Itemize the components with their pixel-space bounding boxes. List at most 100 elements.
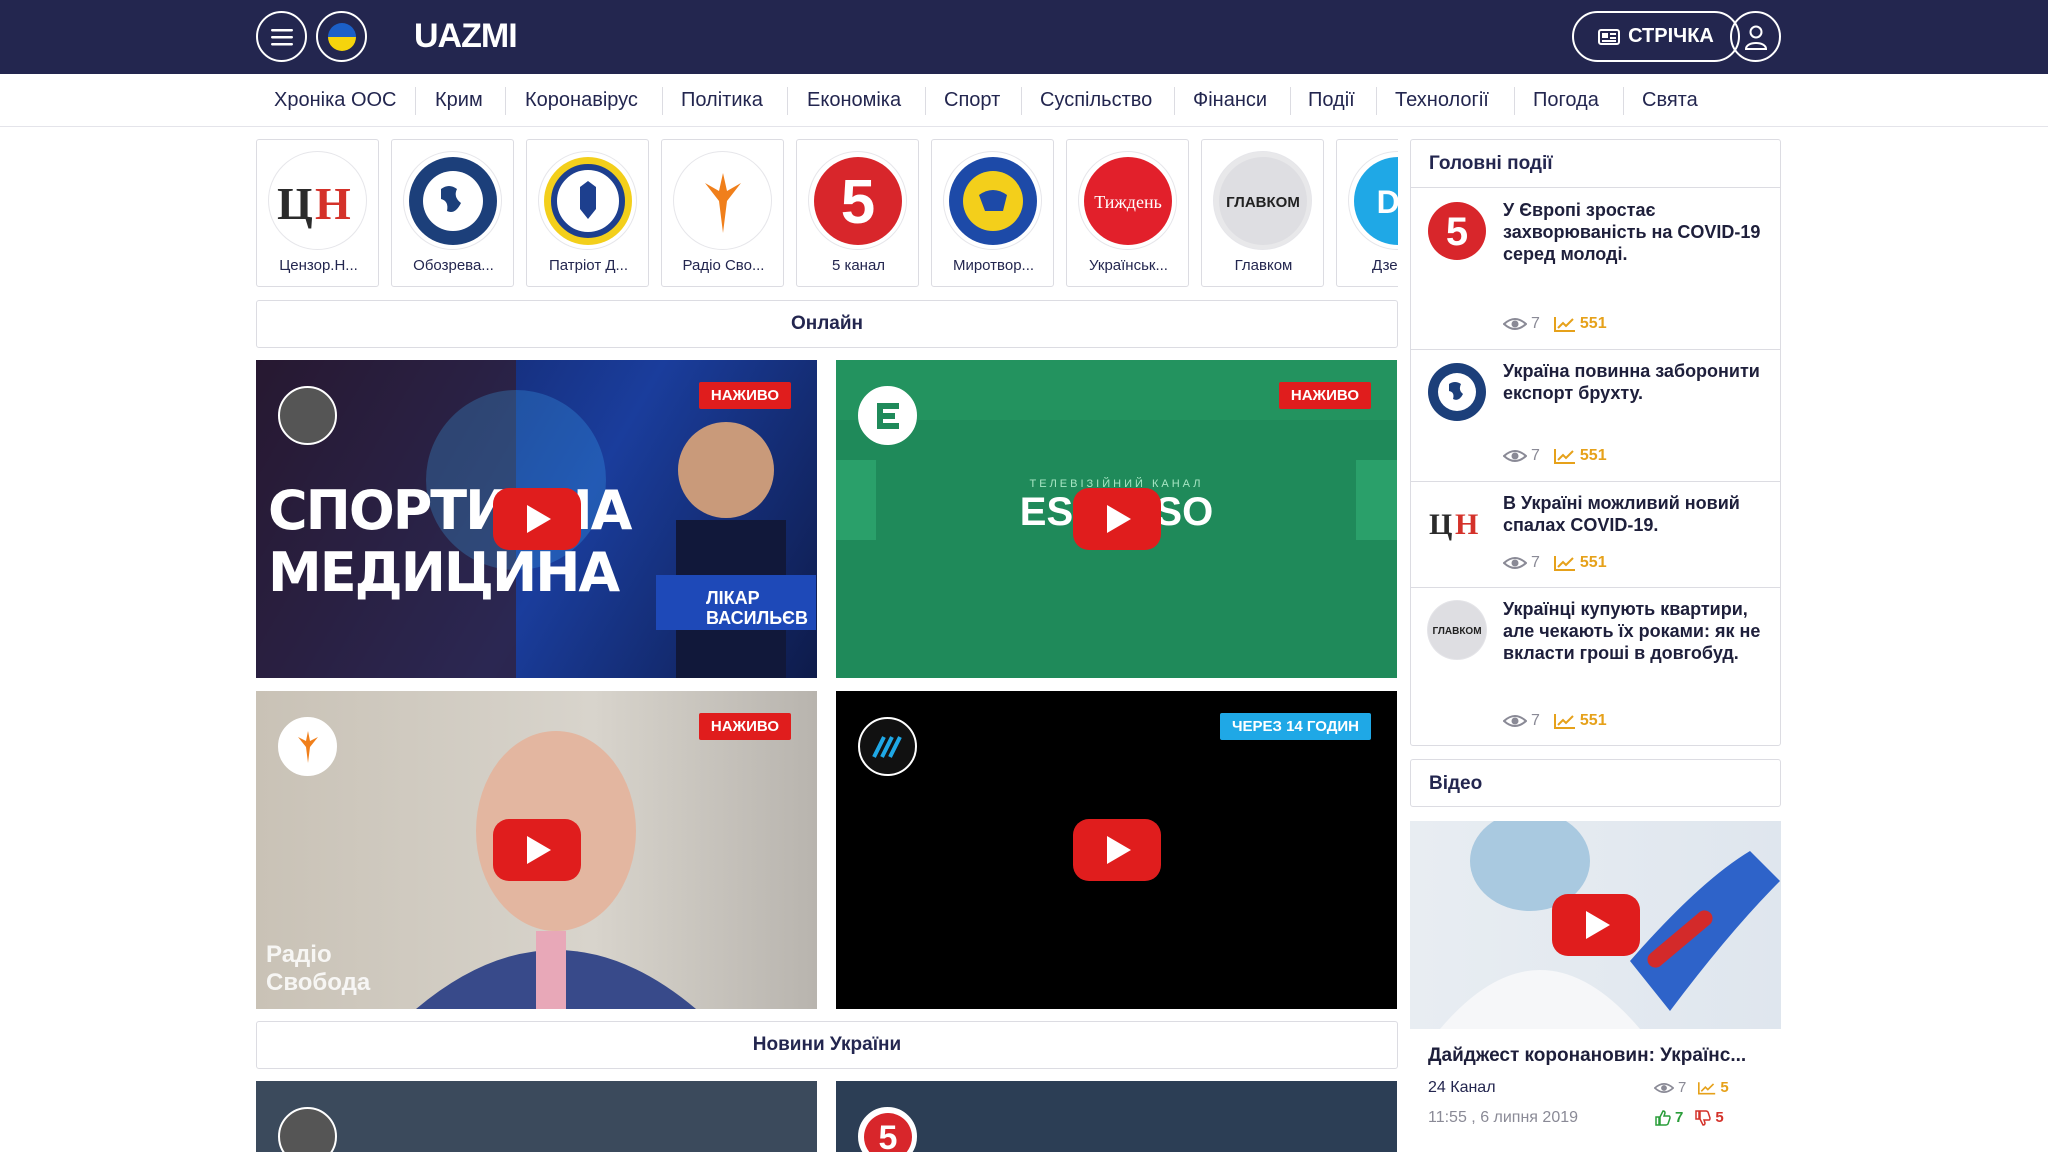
- play-icon: [527, 836, 551, 864]
- category-link[interactable]: Політика: [681, 74, 763, 127]
- svg-text:ГЛАВКОМ: ГЛАВКОМ: [1432, 626, 1481, 637]
- views-count: 7: [1531, 712, 1540, 729]
- category-link[interactable]: Коронавірус: [525, 74, 638, 127]
- divider: [1174, 87, 1175, 115]
- language-button[interactable]: [316, 11, 367, 62]
- source-name: Українськ...: [1089, 257, 1168, 274]
- category-link[interactable]: Фінанси: [1193, 74, 1267, 127]
- source-card[interactable]: Тиждень Українськ...: [1066, 139, 1189, 287]
- views-count: 7: [1531, 447, 1540, 464]
- divider: [505, 87, 506, 115]
- trend-icon: [1553, 556, 1575, 571]
- news-source-logo: [1427, 362, 1487, 422]
- svg-text:DT: DT: [1376, 184, 1398, 220]
- category-link[interactable]: Події: [1308, 74, 1355, 127]
- source-card[interactable]: Миротвор...: [931, 139, 1054, 287]
- video-thumbnail[interactable]: [1410, 821, 1781, 1029]
- live-badge: НАЖИВО: [698, 713, 791, 740]
- news-card[interactable]: [256, 1081, 817, 1152]
- divider: [415, 87, 416, 115]
- news-item[interactable]: ГЛАВКОМ Українці купують квартири, але ч…: [1411, 588, 1780, 746]
- source-card[interactable]: ГЛАВКОМ Главком: [1201, 139, 1324, 287]
- source-card[interactable]: Обозрева...: [391, 139, 514, 287]
- news-title[interactable]: В Україні можливий новий спалах COVID-19…: [1503, 492, 1768, 536]
- play-icon: [1107, 836, 1131, 864]
- news-item[interactable]: 5 У Європі зростає захворюваність на COV…: [1411, 189, 1780, 350]
- svg-text:ГЛАВКОМ: ГЛАВКОМ: [1226, 194, 1300, 211]
- top-events-panel: Головні події 5 У Європі зростає захворю…: [1410, 139, 1781, 746]
- source-card[interactable]: ЦН Цензор.Н...: [256, 139, 379, 287]
- video-caption: ЛІКАР ВАСИЛЬЄВ: [706, 588, 808, 628]
- thumbs-up-icon[interactable]: [1655, 1109, 1671, 1126]
- trend-count: 5: [1720, 1079, 1729, 1096]
- source-card[interactable]: Радіо Сво...: [661, 139, 784, 287]
- source-logo: [673, 151, 772, 250]
- video-source[interactable]: 24 Канал: [1428, 1079, 1496, 1097]
- eye-icon: [1503, 450, 1527, 462]
- source-card[interactable]: DT Дзерк...: [1336, 139, 1398, 287]
- user-button[interactable]: [1730, 11, 1781, 62]
- play-icon: [1586, 911, 1610, 939]
- trend-count: 551: [1579, 554, 1607, 571]
- play-button[interactable]: [492, 819, 581, 881]
- hamburger-icon: [270, 28, 293, 45]
- news-item[interactable]: ЦН В Україні можливий новий спалах COVID…: [1411, 482, 1780, 588]
- source-logo: [943, 151, 1042, 250]
- source-card[interactable]: Патріот Д...: [526, 139, 649, 287]
- video-card[interactable]: ЧЕРЕЗ 14 ГОДИН: [836, 691, 1397, 1009]
- category-link[interactable]: Технології: [1395, 74, 1489, 127]
- channel-avatar: [278, 386, 337, 445]
- category-link[interactable]: Погода: [1533, 74, 1599, 127]
- eye-icon: [1503, 715, 1527, 727]
- dislikes-count: 5: [1715, 1109, 1724, 1126]
- source-name: Миротвор...: [952, 257, 1035, 274]
- eye-icon: [1654, 1082, 1674, 1093]
- category-link[interactable]: Свята: [1642, 74, 1698, 127]
- source-card[interactable]: 5 5 канал: [796, 139, 919, 287]
- trend-icon: [1698, 1081, 1716, 1095]
- svg-text:5: 5: [1446, 210, 1468, 254]
- divider: [1376, 87, 1377, 115]
- category-link[interactable]: Крим: [435, 74, 483, 127]
- menu-button[interactable]: [256, 11, 307, 62]
- category-link[interactable]: Хроніка ООС: [274, 74, 397, 127]
- trend-icon: [1553, 714, 1575, 729]
- play-button[interactable]: [1072, 819, 1161, 881]
- category-link[interactable]: Спорт: [944, 74, 1000, 127]
- play-button[interactable]: [1072, 488, 1161, 550]
- feed-button[interactable]: СТРІЧКА: [1572, 11, 1740, 62]
- news-stats: 7 551: [1503, 712, 1607, 730]
- category-link[interactable]: Суспільство: [1040, 74, 1152, 127]
- play-button[interactable]: [492, 488, 581, 550]
- channel-avatar: [278, 1107, 337, 1152]
- play-icon: [1107, 505, 1131, 533]
- news-title[interactable]: Українці купують квартири, але чекають ї…: [1503, 598, 1768, 664]
- source-name: Главком: [1234, 257, 1293, 274]
- svg-text:Тиждень: Тиждень: [1094, 192, 1162, 212]
- section-header-online: Онлайн: [256, 300, 1398, 348]
- category-link[interactable]: Економіка: [807, 74, 901, 127]
- category-nav: Хроніка ООС Крим Коронавірус Політика Ек…: [0, 74, 2048, 127]
- source-logo: ГЛАВКОМ: [1213, 151, 1312, 250]
- live-badge: НАЖИВО: [1278, 382, 1371, 409]
- divider: [1514, 87, 1515, 115]
- video-card[interactable]: СПОРТИВНА МЕДИЦИНА ЛІКАР ВАСИЛЬЄВ НАЖИВО: [256, 360, 817, 678]
- news-title[interactable]: У Європі зростає захворюваність на COVID…: [1503, 199, 1768, 265]
- news-stats: 7 551: [1503, 554, 1607, 572]
- video-caption: Радіо Свобода: [266, 941, 371, 996]
- video-card[interactable]: Радіо Свобода НАЖИВО: [256, 691, 817, 1009]
- source-logo: [403, 151, 502, 250]
- site-logo[interactable]: UAZMI: [414, 17, 518, 57]
- video-card[interactable]: ТЕЛЕВІЗІЙНИЙ КАНАЛ ESPRESO НАЖИВО: [836, 360, 1397, 678]
- news-card[interactable]: 5: [836, 1081, 1397, 1152]
- news-source-logo: 5: [1427, 201, 1487, 261]
- news-stats: 7 551: [1503, 447, 1607, 465]
- divider: [787, 87, 788, 115]
- thumbs-down-icon[interactable]: [1695, 1109, 1712, 1126]
- video-title[interactable]: Дайджест коронановин: Українс...: [1428, 1045, 1768, 1067]
- source-logo: [538, 151, 637, 250]
- play-button[interactable]: [1551, 894, 1640, 956]
- source-name: Патріот Д...: [548, 257, 629, 274]
- news-title[interactable]: Україна повинна заборонити експорт брухт…: [1503, 360, 1768, 404]
- news-item[interactable]: Україна повинна заборонити експорт брухт…: [1411, 350, 1780, 482]
